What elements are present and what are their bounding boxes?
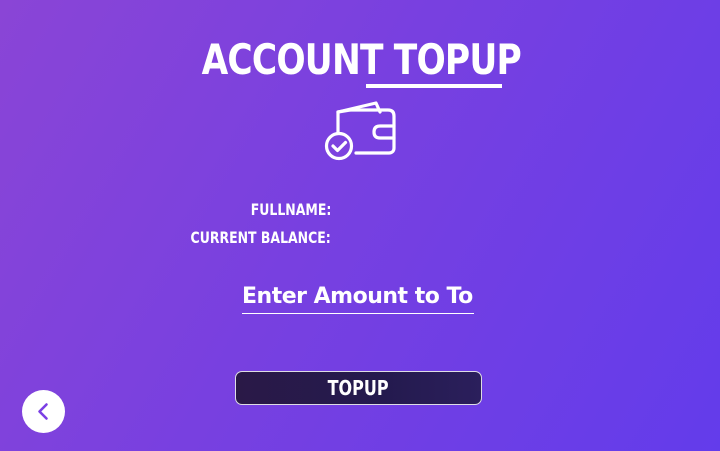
wallet-check-icon: [322, 100, 398, 162]
chevron-left-icon: [38, 403, 48, 420]
topup-button-label: TOPUP: [328, 376, 389, 400]
title-underline: [366, 84, 502, 88]
current-balance-label: CURRENT BALANCE:: [190, 228, 331, 247]
topup-button[interactable]: TOPUP: [235, 371, 482, 405]
back-button[interactable]: [22, 390, 65, 433]
page-title: ACCOUNT TOPUP: [201, 35, 522, 84]
topup-amount-input[interactable]: [242, 280, 474, 314]
fullname-label: FULLNAME:: [250, 200, 331, 219]
